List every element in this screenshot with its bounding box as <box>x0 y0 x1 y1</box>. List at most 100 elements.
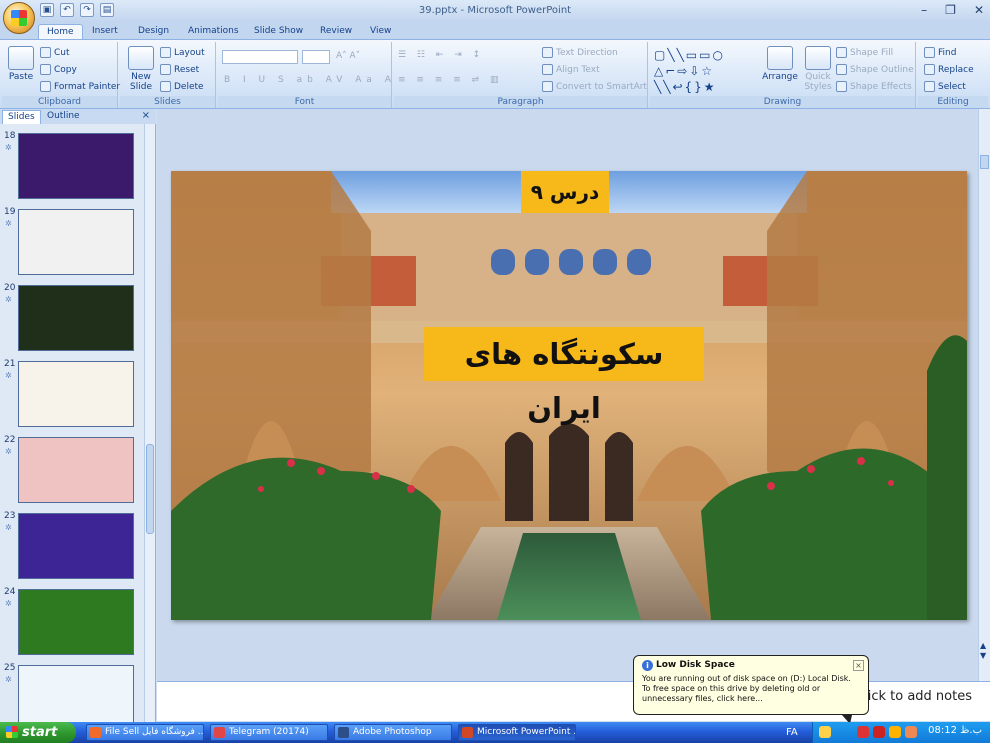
find-icon <box>924 47 935 58</box>
scrollbar-thumb[interactable] <box>146 444 154 534</box>
volume-icon[interactable] <box>905 726 917 738</box>
page-nav-icons[interactable]: ▲ ▼ <box>980 641 986 661</box>
outline-icon <box>836 64 847 75</box>
select-label: Select <box>938 82 966 92</box>
list-buttons[interactable]: ☰ ☷ ⇤ ⇥ ↕ <box>398 50 484 60</box>
copy-icon <box>40 64 51 75</box>
slides-scrollbar[interactable] <box>144 124 155 723</box>
slide-thumbnail[interactable] <box>18 437 134 503</box>
reset-button[interactable]: Reset <box>160 64 199 75</box>
arrange-button[interactable]: Arrange <box>762 46 798 82</box>
align-text-icon <box>542 64 553 75</box>
slide-thumbnail[interactable] <box>18 361 134 427</box>
start-label: start <box>22 725 58 740</box>
slide-editor: درس ۹ سکونتگاه های ایران ▲ ▼ <box>157 109 990 681</box>
align-buttons[interactable]: ≡ ≡ ≡ ≡ ⇌ ▥ <box>398 75 503 85</box>
language-indicator[interactable]: FA <box>786 727 798 738</box>
maximize-icon[interactable]: ❐ <box>945 3 956 17</box>
taskbar-telegram[interactable]: Telegram (20174) <box>210 724 328 741</box>
convert-smartart-button[interactable]: Convert to SmartArt <box>542 81 647 92</box>
slide-thumbnail[interactable] <box>18 589 134 655</box>
slide-number: 21 <box>4 359 16 369</box>
editor-scrollbar[interactable]: ▲ ▼ <box>978 109 990 681</box>
delete-button[interactable]: Delete <box>160 81 204 92</box>
taskbar-photoshop[interactable]: Adobe Photoshop <box>334 724 452 741</box>
slide-thumbnail[interactable] <box>18 285 134 351</box>
replace-button[interactable]: Replace <box>924 64 974 75</box>
tab-animations[interactable]: Animations <box>180 24 247 40</box>
animation-star-icon: ✲ <box>5 523 12 532</box>
shape-outline-button[interactable]: Shape Outline <box>836 64 914 75</box>
taskbar-label: File Sell فروشگاه فایل ... <box>105 727 204 737</box>
tab-design[interactable]: Design <box>130 24 177 40</box>
new-slide-label: New Slide <box>130 72 152 92</box>
copy-label: Copy <box>54 65 77 75</box>
grow-font-icon[interactable]: A˄ A˅ <box>336 51 360 61</box>
office-button[interactable] <box>3 2 35 34</box>
tab-view[interactable]: View <box>362 24 399 40</box>
slide-number: 24 <box>4 587 16 597</box>
tab-insert[interactable]: Insert <box>84 24 126 40</box>
current-slide[interactable]: درس ۹ سکونتگاه های ایران <box>171 171 967 620</box>
tray-app-icon[interactable] <box>857 726 869 738</box>
clipboard-group-label: Clipboard <box>2 96 117 108</box>
window-title: 39.pptx - Microsoft PowerPoint <box>418 5 572 16</box>
paste-button[interactable]: Paste <box>6 46 36 82</box>
font-size-combo[interactable] <box>302 50 330 64</box>
format-painter-label: Format Painter <box>54 82 121 92</box>
find-button[interactable]: Find <box>924 47 956 58</box>
layout-icon <box>160 47 171 58</box>
slide-thumbnail[interactable] <box>18 513 134 579</box>
slide-number: 23 <box>4 511 16 521</box>
close-icon[interactable]: ✕ <box>974 3 984 17</box>
smartart-icon <box>542 81 553 92</box>
quick-styles-button[interactable]: Quick Styles <box>800 46 836 92</box>
select-button[interactable]: Select <box>924 81 966 92</box>
tab-outline[interactable]: Outline <box>42 110 85 124</box>
help-icon[interactable] <box>819 726 831 738</box>
tab-slides[interactable]: Slides <box>2 110 41 124</box>
text-direction-icon <box>542 47 553 58</box>
shapes-gallery[interactable]: ▢╲╲▭▭○ △⌐⇨⇩☆ ╲╲↩{}★ <box>654 47 754 95</box>
text-direction-button[interactable]: Text Direction <box>542 47 618 58</box>
convert-smartart-label: Convert to SmartArt <box>556 82 647 92</box>
slide-thumbnail[interactable] <box>18 209 134 275</box>
office-logo-icon <box>11 10 27 26</box>
clock: 08:12 ب.ظ <box>928 725 982 736</box>
cut-button[interactable]: Cut <box>40 47 70 58</box>
balloon-title-text: Low Disk Space <box>656 660 735 670</box>
taskbar-file-sell[interactable]: File Sell فروشگاه فایل ... <box>86 724 204 741</box>
balloon-close-icon[interactable]: × <box>853 660 864 671</box>
pane-close-icon[interactable]: × <box>142 110 150 121</box>
font-format-buttons[interactable]: B I U S ab AV Aa A <box>224 75 396 85</box>
animation-star-icon: ✲ <box>5 599 12 608</box>
format-painter-button[interactable]: Format Painter <box>40 81 120 92</box>
layout-button[interactable]: Layout <box>160 47 205 58</box>
font-name-combo[interactable] <box>222 50 298 64</box>
animation-star-icon: ✲ <box>5 143 12 152</box>
notes-placeholder: Click to add notes <box>855 689 972 704</box>
delete-icon <box>160 81 171 92</box>
minimize-icon[interactable]: – <box>921 3 927 17</box>
reset-icon <box>160 64 171 75</box>
tab-slide-show[interactable]: Slide Show <box>246 24 311 40</box>
firefox-icon <box>90 727 101 738</box>
slide-thumbnail[interactable] <box>18 133 134 199</box>
tab-home[interactable]: Home <box>38 24 83 40</box>
tab-review[interactable]: Review <box>312 24 360 40</box>
animation-star-icon: ✲ <box>5 371 12 380</box>
antivirus-icon[interactable] <box>873 726 885 738</box>
shape-fill-button[interactable]: Shape Fill <box>836 47 893 58</box>
taskbar-powerpoint[interactable]: Microsoft PowerPoint ... <box>458 724 576 741</box>
quick-styles-icon <box>805 46 831 70</box>
balloon-text[interactable]: You are running out of disk space on (D:… <box>642 674 860 704</box>
network-icon[interactable] <box>889 726 901 738</box>
shape-effects-button[interactable]: Shape Effects <box>836 81 912 92</box>
editor-scrollbar-thumb[interactable] <box>980 155 989 169</box>
low-disk-balloon[interactable]: i Low Disk Space You are running out of d… <box>633 655 869 724</box>
align-text-button[interactable]: Align Text <box>542 64 600 75</box>
quick-styles-label: Quick Styles <box>804 72 832 92</box>
start-button[interactable]: start <box>0 722 76 743</box>
copy-button[interactable]: Copy <box>40 64 77 75</box>
new-slide-button[interactable]: New Slide <box>124 46 158 92</box>
